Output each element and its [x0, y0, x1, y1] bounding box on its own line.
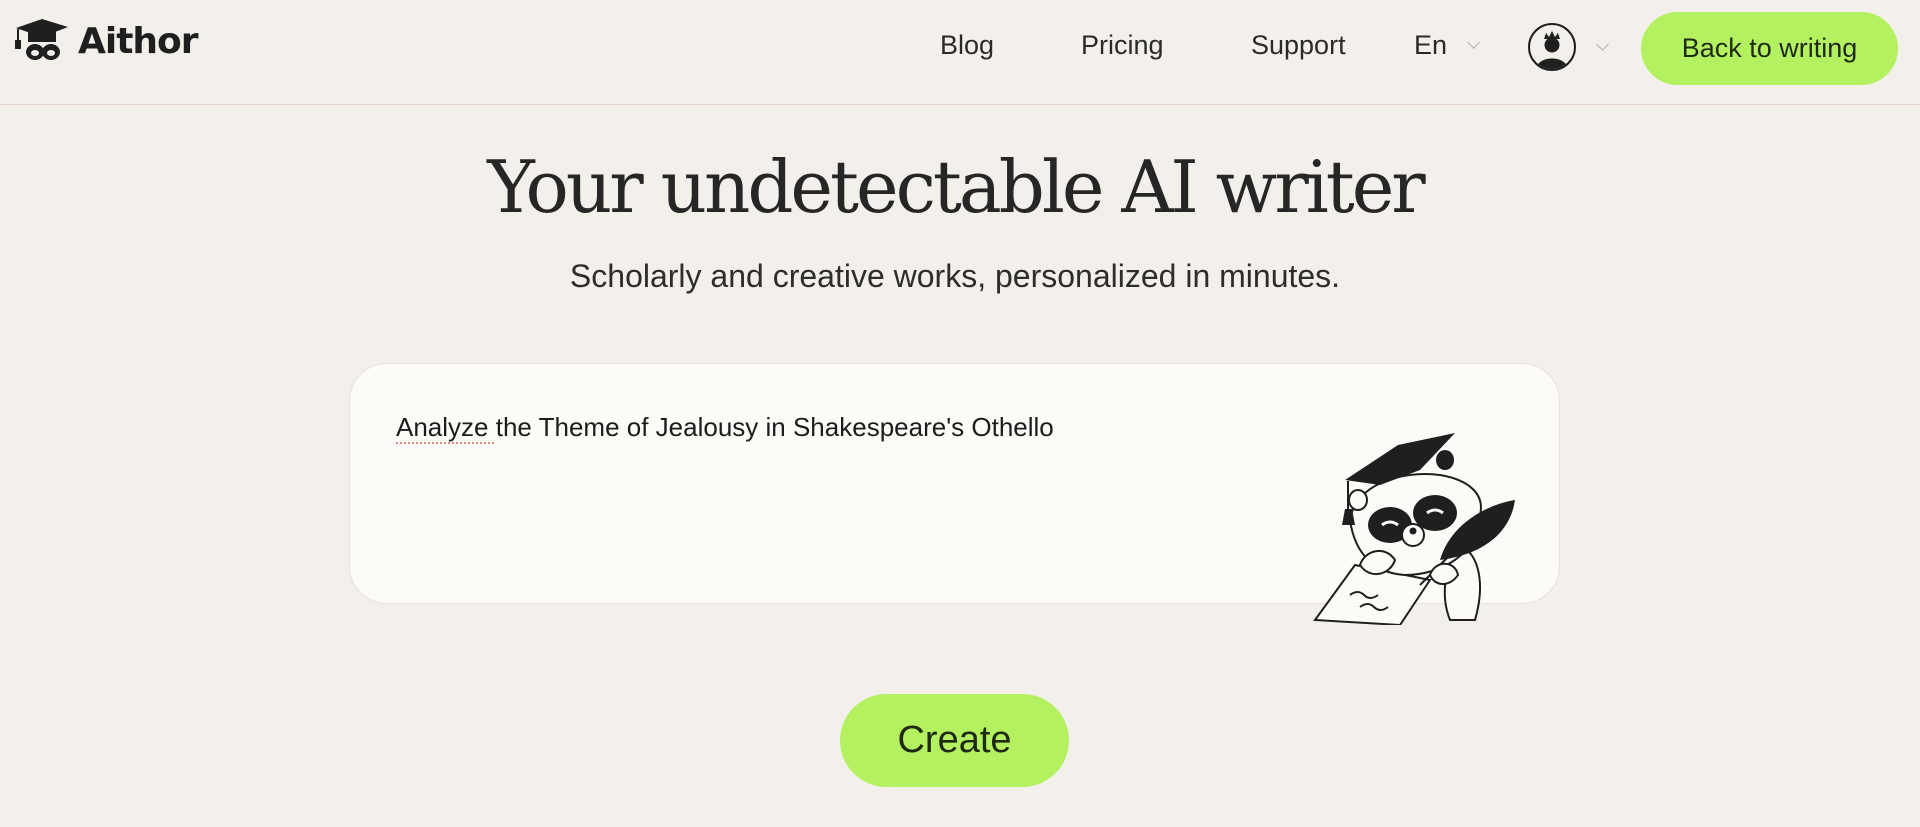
nav-support[interactable]: Support [1251, 30, 1346, 61]
logo-text: Aithor [78, 20, 199, 62]
create-button[interactable]: Create [840, 694, 1069, 787]
page-title: Your undetectable AI writer [487, 145, 1425, 229]
chevron-down-icon [1596, 37, 1609, 51]
graduation-cap-mask-icon [15, 19, 68, 60]
logo[interactable]: Aithor [12, 18, 199, 64]
chevron-down-icon [1467, 36, 1480, 49]
prompt-input[interactable]: Analyze the Theme of Jealousy in Shakesp… [396, 412, 1296, 562]
user-crown-avatar-icon [1528, 23, 1576, 71]
page-subtitle: Scholarly and creative works, personaliz… [569, 258, 1341, 294]
language-selector[interactable]: En [1414, 30, 1480, 61]
nav-blog[interactable]: Blog [940, 30, 994, 61]
account-menu[interactable] [1528, 23, 1609, 71]
nav-pricing[interactable]: Pricing [1081, 30, 1164, 61]
spellcheck-underline [396, 442, 494, 444]
back-to-writing-button[interactable]: Back to writing [1641, 12, 1898, 85]
site-header: Aithor Blog Pricing Support En Back to w… [0, 0, 1920, 105]
raccoon-graduate-writing-illustration [1313, 433, 1515, 625]
language-label: En [1414, 30, 1448, 60]
